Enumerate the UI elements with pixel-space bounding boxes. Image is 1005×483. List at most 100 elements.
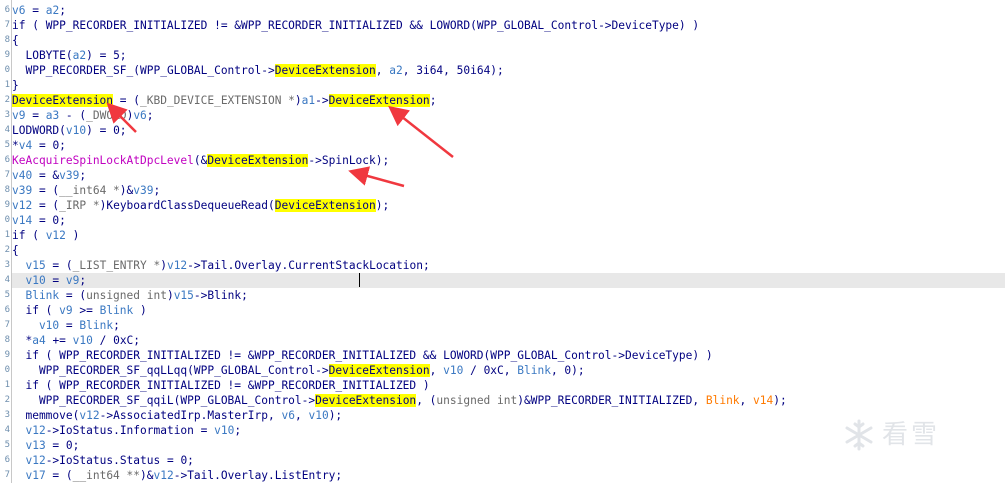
code-token[interactable]: = ( [113,94,140,107]
code-token[interactable]: )& [140,469,153,482]
highlighted-token[interactable]: DeviceExtension [207,154,309,167]
code-token[interactable]: , [430,364,443,377]
code-token[interactable]: v10 [12,274,45,287]
code-token[interactable]: Overlay [221,469,268,482]
code-token[interactable]: -> [261,64,274,77]
code-token[interactable]: Blink [706,394,740,407]
code-line[interactable]: if ( v9 >= Blink ) [12,303,1005,318]
code-token[interactable]: = ( [32,199,59,212]
code-token[interactable]: _IRP * [59,199,99,212]
code-token[interactable]: / 0xC, [463,364,517,377]
code-token[interactable]: , 0); [551,364,585,377]
code-token[interactable]: ; [234,424,241,437]
code-token[interactable]: if ( [12,229,46,242]
code-token[interactable]: __int64 * [59,184,120,197]
code-token[interactable]: -> [46,454,59,467]
code-token[interactable]: = & [32,169,59,182]
code-token[interactable]: if ( [12,349,59,362]
code-token[interactable]: __int64 ** [73,469,140,482]
code-token[interactable]: v12 [153,469,173,482]
code-token[interactable]: IoStatus [59,424,113,437]
code-token[interactable]: a2 [389,64,402,77]
code-token[interactable]: -> [194,289,207,302]
code-token[interactable]: ) = 5; [86,49,126,62]
code-token[interactable]: / 0xC; [93,334,140,347]
code-token[interactable]: , ( [416,394,436,407]
code-line[interactable]: v15 = (_LIST_ENTRY *)v12->Tail.Overlay.C… [12,258,1005,273]
code-token[interactable]: -> [302,394,315,407]
code-line[interactable]: if ( WPP_RECORDER_INITIALIZED != &WPP_RE… [12,378,1005,393]
code-token[interactable]: ) [160,259,167,272]
code-token[interactable]: WPP_RECORDER_SF_qqiL [12,394,174,407]
code-line[interactable]: if ( WPP_RECORDER_INITIALIZED != &WPP_RE… [12,18,1005,33]
code-token[interactable]: . [113,424,120,437]
code-token[interactable]: ; [154,184,161,197]
code-token[interactable]: WPP_RECORDER_INITIALIZED [59,379,221,392]
code-token[interactable]: ( [268,199,275,212]
code-token[interactable]: >= [73,304,100,317]
code-token[interactable]: , [295,409,308,422]
decompiler-code-view[interactable]: 6 7 8 9 0 1 2 3 4 5 6 7 8 9 0 1 2 3 4 5 6 7 8 9 0 1 2 3 4 5 6 7 v6 = a2… [0,0,1005,483]
code-token[interactable]: v15 [174,289,194,302]
code-token[interactable]: -> [46,424,59,437]
code-token[interactable]: v40 [12,169,32,182]
code-token[interactable]: WPP_RECORDER_INITIALIZED [531,394,693,407]
code-token[interactable]: WPP_RECORDER_INITIALIZED [255,349,417,362]
code-token[interactable]: v12 [46,229,66,242]
code-line[interactable]: LODWORD(v10) = 0; [12,123,1005,138]
code-token[interactable]: Blink [79,319,113,332]
code-line[interactable]: KeAcquireSpinLockAtDpcLevel(&DeviceExten… [12,153,1005,168]
code-token[interactable]: Blink [12,289,59,302]
code-token[interactable]: v14 [12,214,32,227]
highlighted-token[interactable]: DeviceExtension [274,199,376,212]
code-token[interactable]: if ( [12,19,46,32]
code-line[interactable]: LOBYTE(a2) = 5; [12,48,1005,63]
code-token[interactable]: KeyboardClassDequeueRead [106,199,268,212]
code-token[interactable]: -> [315,364,328,377]
code-token[interactable]: WPP_RECORDER_INITIALIZED [59,349,221,362]
code-token[interactable]: v12 [79,409,99,422]
code-line[interactable]: v10 = v9; [12,273,1005,288]
code-token[interactable]: ; [430,94,437,107]
code-token[interactable]: ; [113,319,120,332]
code-token[interactable]: v10 [12,319,59,332]
code-token[interactable]: , [692,394,705,407]
code-token[interactable]: ListEntry [275,469,336,482]
code-line[interactable]: *v4 = 0; [12,138,1005,153]
code-token[interactable]: , [268,409,281,422]
code-token[interactable]: v12 [12,424,45,437]
code-token[interactable]: WPP_RECORDER_INITIALIZED [255,379,417,392]
code-token[interactable]: WPP_GLOBAL_Control [477,19,598,32]
code-token[interactable]: -> [598,19,611,32]
code-token[interactable]: ); [376,199,389,212]
code-token[interactable]: v6 [282,409,295,422]
code-line[interactable]: DeviceExtension = (_KBD_DEVICE_EXTENSION… [12,93,1005,108]
code-token[interactable]: ( [133,64,140,77]
code-token[interactable]: != & [221,349,255,362]
code-token[interactable]: . [214,469,221,482]
code-token[interactable]: ( [66,49,73,62]
code-token[interactable]: = [25,4,45,17]
code-token[interactable]: { [12,244,19,257]
code-token[interactable]: v6 [133,109,146,122]
code-token[interactable]: KeAcquireSpinLockAtDpcLevel [12,154,194,167]
code-token[interactable]: LODWORD [12,124,59,137]
code-line[interactable]: v9 = a3 - (_DWORD)v6; [12,108,1005,123]
code-line[interactable]: { [12,243,1005,258]
code-token[interactable]: LOWORD [443,349,483,362]
code-token[interactable]: ; [59,4,66,17]
code-token[interactable]: memmove [12,409,72,422]
code-token[interactable]: ); [329,409,342,422]
code-line[interactable]: v12 = (_IRP *)KeyboardClassDequeueRead(D… [12,198,1005,213]
code-token[interactable]: ) [416,379,430,392]
code-token[interactable]: WPP_GLOBAL_Control [140,64,261,77]
code-token[interactable]: ; [79,274,86,287]
code-token[interactable]: ); [376,154,389,167]
code-token[interactable]: = 0; [46,439,79,452]
code-token[interactable]: v10 [214,424,234,437]
code-token[interactable]: ) ) [692,349,712,362]
code-token[interactable]: -> [174,469,187,482]
code-token[interactable]: ) [295,94,302,107]
code-token[interactable]: = [25,109,45,122]
code-token[interactable]: v4 [19,139,32,152]
